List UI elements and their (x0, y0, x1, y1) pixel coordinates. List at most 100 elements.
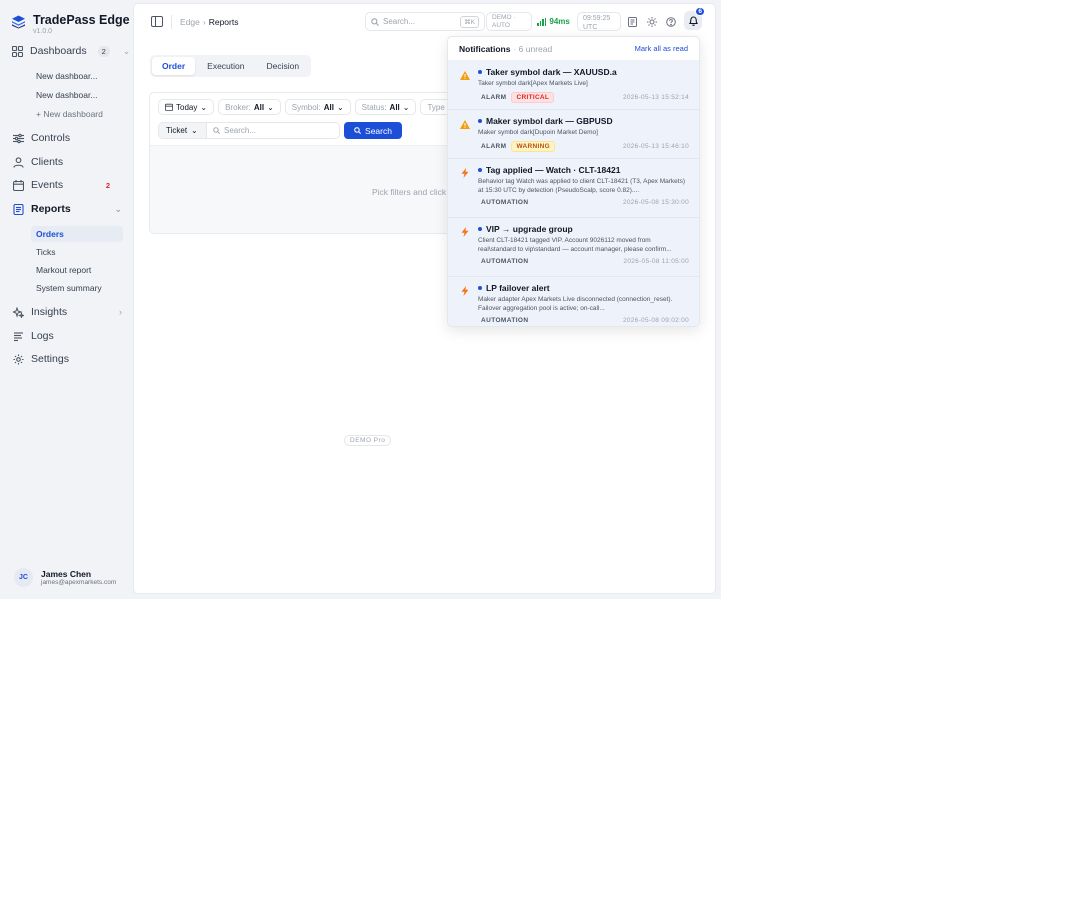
bolt-icon (460, 286, 470, 296)
mark-all-read-link[interactable]: Mark all as read (635, 44, 688, 53)
sidebar-item-reports[interactable]: Reports ⌄ (12, 200, 122, 218)
chevron-down-icon: ⌄ (402, 102, 410, 112)
status-filter-label: Status: (361, 102, 387, 112)
chevron-down-icon: ⌄ (200, 102, 208, 112)
tab-decision[interactable]: Decision (257, 57, 310, 75)
ticket-search-placeholder: Search... (224, 126, 257, 135)
notification-category: ALARM (481, 143, 507, 150)
breadcrumb: Edge › Reports (180, 17, 238, 27)
help-icon[interactable] (665, 16, 676, 27)
notification-title: VIP → upgrade group (486, 224, 573, 234)
notification-description: Maker adapter Apex Markets Live disconne… (478, 296, 673, 312)
broker-filter-label: Broker: (225, 102, 251, 112)
search-placeholder: Search... (383, 17, 416, 26)
chevron-down-icon: ⌄ (122, 45, 131, 56)
unread-dot (478, 286, 482, 290)
status-filter[interactable]: Status: All ⌄ (354, 99, 417, 115)
divider (171, 15, 172, 29)
sidebar-subitem-dashboard[interactable]: New dashboar... (31, 68, 123, 84)
broker-filter[interactable]: Broker: All ⌄ (218, 99, 281, 115)
clock-zone: UTC (583, 24, 598, 31)
notification-title-row: Maker symbol dark — GBPUSD (478, 116, 689, 126)
notifications-panel: Notifications · 6 unread Mark all as rea… (447, 36, 700, 327)
status-filter-value: All (389, 102, 400, 112)
sidebar-item-insights[interactable]: Insights › (12, 303, 122, 321)
breadcrumb-separator: › (202, 17, 206, 27)
report-icon (12, 203, 24, 215)
notification-category: AUTOMATION (481, 258, 529, 265)
bell-icon (688, 15, 698, 26)
sidebar-item-clients[interactable]: Clients (12, 153, 122, 171)
new-dashboard-link[interactable]: + New dashboard (31, 106, 123, 122)
notification-item[interactable]: Tag applied — Watch · CLT-18421 Behavior… (448, 159, 699, 218)
notification-description: Maker symbol dark[Dupoin Market Demo] (478, 129, 598, 136)
sidebar-item-label: Logs (31, 330, 54, 342)
symbol-filter[interactable]: Symbol: All ⌄ (284, 99, 351, 115)
search-icon (371, 17, 379, 26)
app-window: TradePass Edge v1.0.0 Dashboards 2 ⌄ New… (0, 0, 721, 599)
sidebar-item-events[interactable]: Events 2 (12, 176, 122, 194)
notification-item[interactable]: LP failover alert Maker adapter Apex Mar… (448, 277, 699, 326)
sidebar-toggle-icon[interactable] (151, 16, 163, 27)
sidebar-item-logs[interactable]: Logs (12, 327, 122, 345)
grid-icon (12, 45, 23, 57)
notification-time: 2026-05-13 15:52:14 (622, 94, 689, 101)
ticket-search-input[interactable]: Search... (207, 123, 339, 138)
ticket-field-value: Ticket (166, 126, 188, 135)
breadcrumb-current: Reports (208, 17, 239, 27)
notification-footer: AUTOMATION 2026-05-08 09:02:00 (478, 317, 689, 324)
avatar: JC (14, 568, 33, 587)
notification-item[interactable]: Maker symbol dark — GBPUSD Maker symbol … (448, 110, 699, 159)
sidebar-item-label: Controls (31, 132, 71, 144)
clock: 09:59:25 UTC (577, 12, 621, 31)
unread-dot (478, 119, 482, 123)
sidebar-subitem-markout[interactable]: Markout report (31, 262, 123, 278)
environment-selector[interactable]: DEMO · AUTO (486, 12, 532, 31)
topbar: Edge › Reports Search... ⌘K DEMO · AUTO … (134, 4, 715, 40)
sidebar-item-controls[interactable]: Controls (12, 129, 122, 147)
notification-item[interactable]: Taker symbol dark — XAUUSD.a Taker symbo… (448, 61, 699, 110)
search-button[interactable]: Search (344, 122, 402, 139)
sidebar-subitem-orders[interactable]: Orders (31, 226, 123, 242)
brand[interactable]: TradePass Edge v1.0.0 (12, 13, 130, 36)
tab-order[interactable]: Order (152, 57, 196, 75)
breadcrumb-item[interactable]: Edge (180, 17, 200, 27)
brand-version: v1.0.0 (33, 28, 53, 35)
sidebar-item-label: Reports (31, 203, 71, 215)
search-button-label: Search (365, 125, 392, 136)
sidebar-subitem-system-summary[interactable]: System summary (31, 280, 123, 296)
user-profile[interactable]: JC James Chen james@apexmarkets.com (14, 568, 116, 587)
unread-dot (478, 168, 482, 172)
filter-bar: Today ⌄ Broker: All ⌄ Symbol: All ⌄ Stat… (158, 99, 452, 115)
date-filter[interactable]: Today ⌄ (158, 99, 215, 115)
global-search-input[interactable]: Search... ⌘K (365, 12, 485, 31)
logs-icon (12, 330, 24, 342)
sidebar-item-label: Clients (31, 156, 64, 168)
sun-icon[interactable] (646, 16, 657, 27)
chevron-down-icon: ⌄ (114, 203, 122, 214)
sidebar-item-dashboards[interactable]: Dashboards 2 ⌄ (12, 42, 130, 60)
notification-time: 2026-05-13 15:46:10 (622, 143, 689, 150)
notifications-button[interactable]: 6 (684, 7, 705, 30)
chevron-down-icon: ⌄ (267, 102, 274, 112)
ticket-field-select[interactable]: Ticket ⌄ (159, 123, 207, 138)
symbol-filter-value: All (323, 102, 334, 112)
sidebar-subitem-dashboard[interactable]: New dashboar... (31, 87, 123, 103)
chevron-right-icon: › (119, 307, 122, 317)
brand-name: TradePass Edge (33, 13, 130, 27)
document-icon[interactable] (627, 16, 638, 27)
notification-count-badge: 6 (695, 7, 705, 16)
notification-item[interactable]: VIP → upgrade group Client CLT-18421 tag… (448, 218, 699, 277)
count-badge: 2 (97, 45, 110, 57)
logo-icon (12, 15, 25, 29)
ticket-search-row: Ticket ⌄ Search... Search (158, 122, 402, 139)
search-icon (354, 127, 362, 134)
notification-title: Maker symbol dark — GBPUSD (486, 116, 613, 126)
tab-execution[interactable]: Execution (197, 57, 254, 75)
user-name: James Chen (41, 568, 92, 579)
notification-time: 2026-05-08 11:05:00 (623, 258, 689, 265)
sidebar-subitem-ticks[interactable]: Ticks (31, 244, 123, 260)
sidebar-item-settings[interactable]: Settings (12, 350, 122, 368)
chevron-down-icon: ⌄ (336, 102, 344, 112)
notifications-title: Notifications (459, 43, 511, 54)
